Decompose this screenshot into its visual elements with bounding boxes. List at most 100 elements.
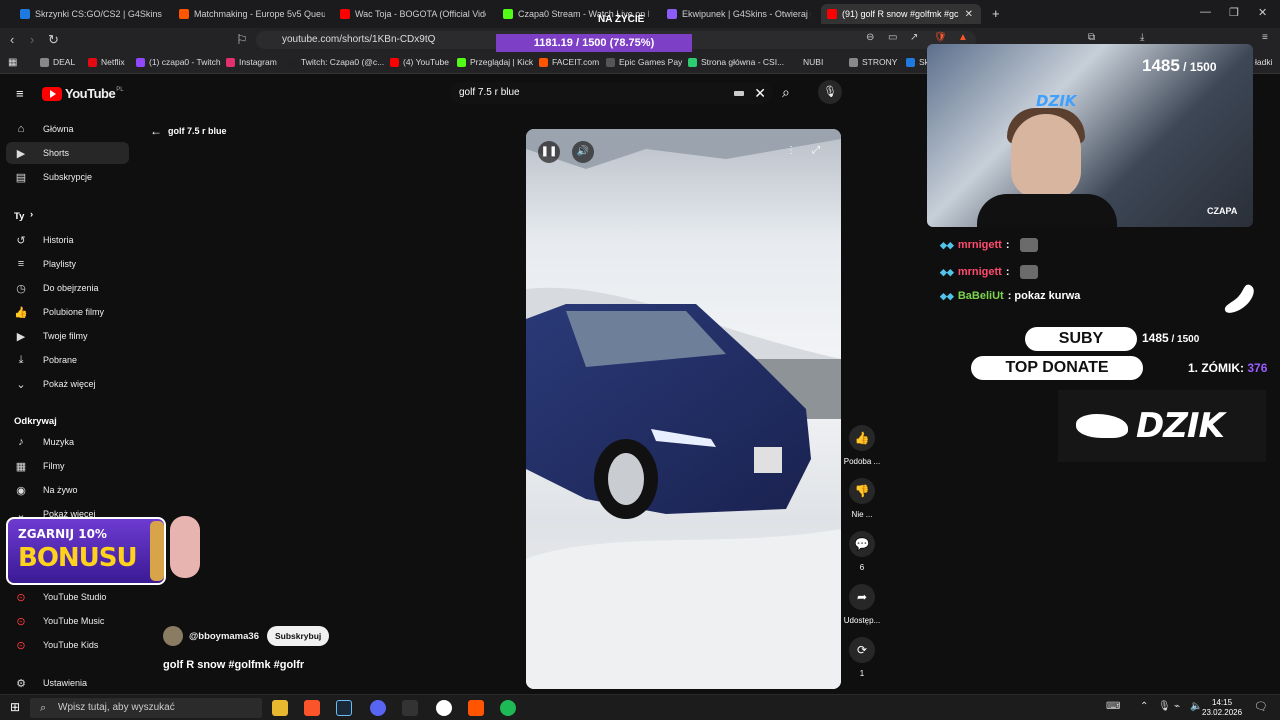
sidebar-item[interactable]: ⊙ YouTube Kids [14, 637, 98, 653]
windows-start-icon[interactable]: ⊞ [10, 700, 20, 714]
sidebar-item[interactable]: ⊙ YouTube Studio [14, 589, 106, 605]
action-button[interactable]: 💬 6 [842, 531, 882, 572]
youtube-logo[interactable]: YouTube PL [42, 86, 124, 101]
new-tab-button[interactable]: + [992, 6, 1000, 21]
sidebar-item[interactable]: ▤ Subskrypcje [14, 169, 92, 185]
volume-icon[interactable]: 🔊 [572, 141, 594, 163]
browser-tab[interactable]: Ekwipunek | G4Skins - Otwieraj skrzy [661, 4, 811, 24]
network-icon[interactable]: ⌁ [1174, 701, 1180, 712]
app-icon[interactable] [468, 700, 484, 716]
epic-games-icon[interactable] [402, 700, 418, 716]
channel-name[interactable]: @bboymama36 [189, 631, 259, 642]
back-to-search[interactable]: ← golf 7.5 r blue [150, 124, 227, 138]
sidebar-item[interactable]: ↺ Historia [14, 232, 73, 248]
chat-username: mrnigett [957, 266, 1002, 278]
bookmark-item[interactable]: (4) YouTube [390, 57, 449, 67]
bookmark-label: Twitch: Czapa0 (@c... [301, 57, 385, 67]
maximize-icon[interactable]: ❐ [1229, 6, 1239, 19]
notification-icon[interactable]: 🗨 [1254, 700, 1268, 713]
browser-tab[interactable]: Skrzynki CS:GO/CS2 | G4Skins Case o [14, 4, 164, 24]
subs-count-value: 1485 [1142, 331, 1169, 345]
bookmark-item[interactable]: NUBI [803, 57, 823, 67]
mic-icon[interactable]: 🎙 [1158, 701, 1171, 712]
bonus-line-2: BONUSU [18, 543, 138, 573]
forward-icon[interactable]: › [30, 32, 34, 47]
brave-icon[interactable] [304, 700, 320, 716]
peanut-icon [1224, 284, 1254, 313]
browser-tab[interactable]: (91) golf R snow #golfmk #gc ✕ [821, 4, 981, 24]
discord-icon[interactable] [370, 700, 386, 716]
sidebar-item[interactable]: ⊙ YouTube Music [14, 613, 104, 629]
clock-time: 14:15 [1212, 698, 1233, 707]
sidebar-item[interactable]: ◉ Na żywo [14, 482, 77, 498]
file-explorer-icon[interactable] [272, 700, 288, 716]
action-button[interactable]: ⟳ 1 [842, 637, 882, 678]
sidebar-item[interactable]: ♪ Muzyka [14, 434, 74, 450]
spotify-icon[interactable] [500, 700, 516, 716]
sidebar-section-you[interactable]: Ty [14, 211, 24, 222]
reload-icon[interactable]: ↻ [48, 32, 59, 48]
faceit-icon[interactable] [436, 700, 452, 716]
brave-shield-icon[interactable]: 🛡 [934, 32, 947, 43]
menu-icon[interactable]: ≡ [1262, 32, 1268, 43]
clock[interactable]: 14:15 23.02.2026 [1202, 698, 1242, 718]
rewards-icon[interactable]: ▲ [958, 32, 968, 43]
keyboard-icon[interactable] [734, 91, 744, 96]
volume-tray-icon[interactable]: 🔈 [1190, 701, 1202, 712]
sidebar-item[interactable]: ◷ Do obejrzenia [14, 280, 98, 296]
bookmark-item[interactable]: FACEIT.com [539, 57, 599, 67]
tray-chevron-icon[interactable]: ⌃ [1140, 701, 1148, 712]
tab-favicon-icon [20, 9, 30, 19]
pause-icon[interactable]: ❚❚ [538, 141, 560, 163]
sidebar-item[interactable]: ▶ Twoje filmy [14, 328, 88, 344]
sidebar-item[interactable]: ▦ Filmy [14, 458, 65, 474]
minimize-icon[interactable]: — [1200, 6, 1211, 18]
fullscreen-icon[interactable]: ⤢ [812, 145, 820, 156]
action-button[interactable]: ➦ Udostęp... [842, 584, 882, 625]
short-video-player[interactable]: ❚❚ 🔊 ⋮ ⤢ [526, 129, 841, 689]
keyboard-layout-icon[interactable]: ⌨ [1106, 701, 1120, 712]
more-options-icon[interactable]: ⋮ [786, 145, 796, 156]
taskbar-search[interactable]: ⌕ Wpisz tutaj, aby wyszukać [30, 698, 262, 718]
hamburger-menu-icon[interactable]: ≡ [16, 86, 24, 101]
sidebar-item[interactable]: ⤓ Pobrane [14, 352, 77, 368]
sidebar-item[interactable]: ▶ Shorts [6, 142, 129, 164]
close-tab-icon[interactable]: ✕ [965, 9, 973, 20]
steam-icon[interactable] [336, 700, 352, 716]
action-button[interactable]: 👎 Nie ... [842, 478, 882, 519]
sidebar-item[interactable]: ⌄ Pokaż więcej [14, 376, 95, 392]
action-label: Udostęp... [843, 616, 881, 625]
sidebar-item[interactable]: ≡ Playlisty [14, 256, 76, 272]
clear-search-icon[interactable]: ✕ [754, 82, 766, 104]
bookmark-item[interactable]: DEAL [40, 57, 75, 67]
share-page-icon[interactable]: ↗ [910, 32, 918, 43]
cast-icon[interactable]: ▭ [888, 32, 897, 43]
sidebar-item[interactable]: 👍 Polubione filmy [14, 304, 104, 320]
bookmark-item[interactable]: STRONY [849, 57, 897, 67]
bookmark-item[interactable]: Epic Games Pay [606, 57, 682, 67]
bookmark-item[interactable]: Twitch: Czapa0 (@c... [288, 57, 384, 67]
avatar[interactable] [163, 626, 183, 646]
browser-tab[interactable]: Wac Toja - BOGOTA (Official Vide [334, 4, 486, 24]
apps-icon[interactable]: ▦ [8, 57, 17, 68]
bookmark-item[interactable]: Netflix [88, 57, 125, 67]
bookmark-item[interactable]: (1) czapa0 - Twitch [136, 57, 221, 67]
back-icon[interactable]: ‹ [10, 32, 14, 47]
bookmark-item[interactable]: Przeglądaj | Kick [457, 57, 533, 67]
sidebar-item[interactable]: ⌂ Główna [14, 121, 74, 137]
bookmark-icon[interactable]: ⚐ [236, 32, 248, 48]
bookmark-item[interactable]: ładki [1255, 57, 1272, 67]
sidebar-item-settings[interactable]: ⚙ Ustawienia [14, 675, 87, 691]
bookmark-item[interactable]: Strona główna - CSI... [688, 57, 784, 67]
extensions-icon[interactable]: ⧉ [1088, 32, 1095, 43]
search-input[interactable]: golf 7.5 r blue ✕ [450, 82, 772, 104]
close-window-icon[interactable]: ✕ [1258, 6, 1267, 19]
action-button[interactable]: 👍 Podoba ... [842, 425, 882, 466]
zoom-icon[interactable]: ⊖ [866, 32, 874, 43]
subscribe-button[interactable]: Subskrybuj [266, 626, 330, 646]
download-icon[interactable]: ⤓ [1140, 32, 1144, 43]
bookmark-item[interactable]: Instagram [226, 57, 277, 67]
microphone-icon[interactable]: 🎙 [818, 80, 842, 104]
search-icon[interactable]: ⌕ [782, 84, 790, 101]
browser-tab[interactable]: Matchmaking - Europe 5v5 Queue - I [173, 4, 325, 24]
